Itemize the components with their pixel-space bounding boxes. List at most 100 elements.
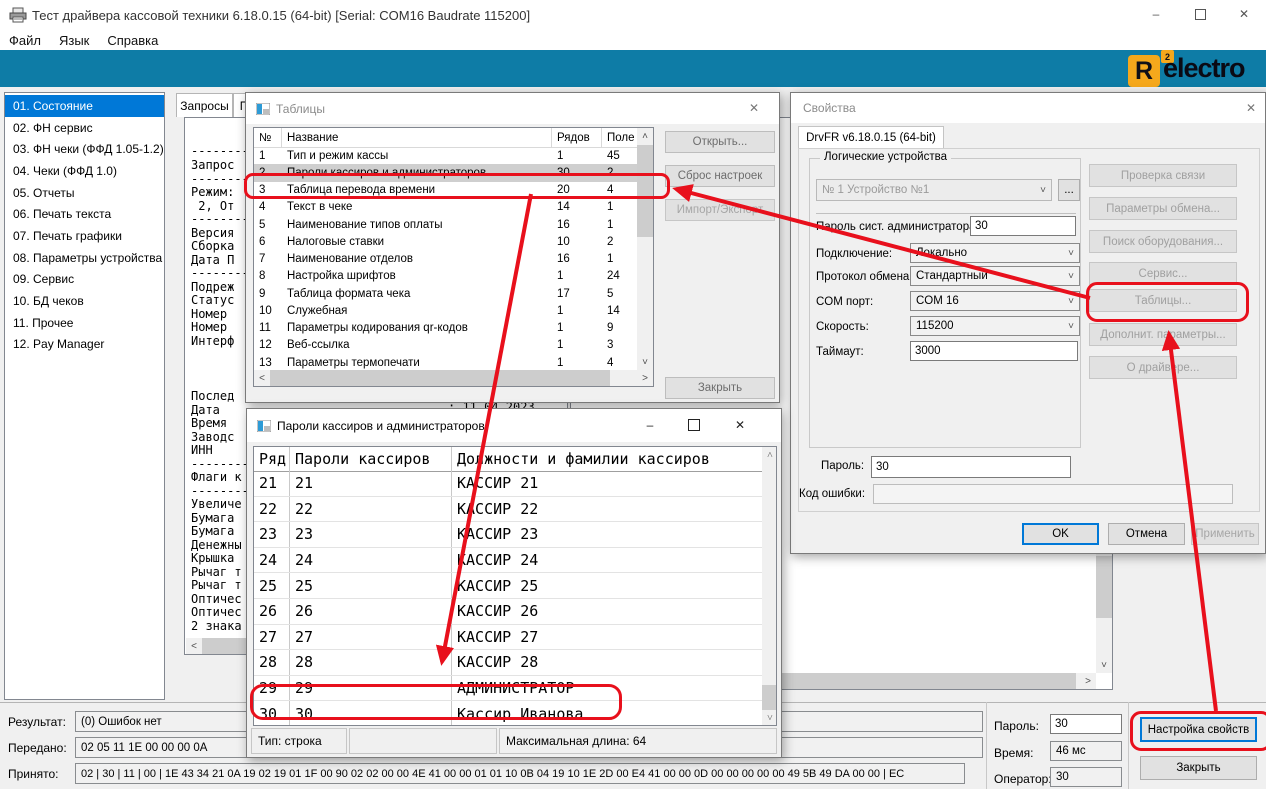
- scrollbar-thumb[interactable]: [1096, 556, 1112, 618]
- properties-close-icon[interactable]: ✕: [1233, 95, 1266, 121]
- table-row[interactable]: 12 Веб-ссылка 1 3: [254, 337, 638, 354]
- cancel-button[interactable]: Отмена: [1108, 523, 1185, 545]
- com-port-select[interactable]: COM 16 ˅: [910, 291, 1080, 311]
- col-name[interactable]: Название: [282, 128, 552, 147]
- passwords-vscrollbar[interactable]: ˄ ˅: [762, 447, 777, 726]
- sidebar-item[interactable]: 06. Печать текста: [5, 203, 164, 225]
- sidebar-item[interactable]: 01. Состояние: [5, 95, 164, 117]
- scroll-down-icon[interactable]: ˅: [1096, 657, 1112, 673]
- properties-action-button[interactable]: Поиск оборудования...: [1089, 230, 1237, 253]
- password-row[interactable]: 29 29 АДМИНИСТРАТОР: [254, 676, 762, 702]
- table-row[interactable]: 4 Текст в чеке 14 1: [254, 199, 638, 216]
- tables-hscrollbar[interactable]: ˂ ˃: [254, 370, 653, 386]
- menu-help[interactable]: Справка: [98, 30, 167, 50]
- device-more-button[interactable]: ...: [1058, 179, 1080, 201]
- properties-action-button[interactable]: Дополнит. параметры...: [1089, 323, 1237, 346]
- open-table-button[interactable]: Открыть...: [665, 131, 775, 153]
- table-row[interactable]: 3 Таблица перевода времени 20 4: [254, 182, 638, 199]
- password-row[interactable]: 26 26 КАССИР 26: [254, 599, 762, 625]
- table-row[interactable]: 8 Настройка шрифтов 1 24: [254, 268, 638, 285]
- password-row[interactable]: 25 25 КАССИР 25: [254, 573, 762, 599]
- menu-language[interactable]: Язык: [50, 30, 98, 50]
- passwords-table[interactable]: Ряд Пароли кассиров Должности и фамилии …: [253, 446, 777, 726]
- minimize-button[interactable]: –: [633, 413, 667, 437]
- table-row[interactable]: 10 Служебная 1 14: [254, 302, 638, 319]
- password-row[interactable]: 22 22 КАССИР 22: [254, 497, 762, 523]
- connection-select[interactable]: Локально ˅: [910, 243, 1080, 263]
- col-rows[interactable]: Рядов: [552, 128, 602, 147]
- password-row[interactable]: 23 23 КАССИР 23: [254, 522, 762, 548]
- tables-close-icon[interactable]: ✕: [736, 95, 772, 121]
- passwords-dialog-titlebar[interactable]: Пароли кассиров и администраторов – ✕: [247, 409, 781, 442]
- maximize-button[interactable]: [1178, 0, 1222, 28]
- scroll-left-icon[interactable]: ˂: [254, 370, 270, 386]
- tables-rows: 1 Тип и режим кассы 1 45 2 Пароли кассир…: [254, 147, 638, 371]
- close-button[interactable]: ✕: [1222, 0, 1266, 28]
- ok-button[interactable]: OK: [1022, 523, 1099, 545]
- password-row[interactable]: 27 27 КАССИР 27: [254, 625, 762, 651]
- sidebar-item[interactable]: 02. ФН сервис: [5, 117, 164, 139]
- protocol-select[interactable]: Стандартный ˅: [910, 266, 1080, 286]
- sidebar-item[interactable]: 09. Сервис: [5, 269, 164, 291]
- table-row[interactable]: 1 Тип и режим кассы 1 45: [254, 147, 638, 164]
- password-row[interactable]: 24 24 КАССИР 24: [254, 548, 762, 574]
- tables-vscrollbar[interactable]: ˄ ˅: [637, 128, 653, 370]
- sidebar-item[interactable]: 05. Отчеты: [5, 182, 164, 204]
- close-button[interactable]: ✕: [723, 413, 757, 437]
- properties-action-button[interactable]: О драйвере...: [1089, 356, 1237, 379]
- scroll-down-icon[interactable]: ˅: [762, 710, 777, 726]
- sidebar-item[interactable]: 08. Параметры устройства: [5, 247, 164, 269]
- password-row[interactable]: 21 21 КАССИР 21: [254, 471, 762, 497]
- tables-list[interactable]: № Название Рядов Поле 1 Тип и режим касс…: [253, 127, 654, 387]
- col-number[interactable]: №: [254, 128, 282, 147]
- sidebar-item[interactable]: 04. Чеки (ФФД 1.0): [5, 160, 164, 182]
- properties-action-button[interactable]: Проверка связи: [1089, 164, 1237, 187]
- password-row[interactable]: 28 28 КАССИР 28: [254, 650, 762, 676]
- properties-action-button[interactable]: Таблицы...: [1089, 289, 1237, 312]
- tables-close-button[interactable]: Закрыть: [665, 377, 775, 399]
- scrollbar-thumb[interactable]: [270, 370, 610, 386]
- scroll-right-icon[interactable]: ˃: [1080, 673, 1096, 689]
- sidebar-item[interactable]: 12. Pay Manager: [5, 334, 164, 356]
- device-select[interactable]: № 1 Устройство №1 ˅: [816, 179, 1052, 201]
- minimize-button[interactable]: –: [1134, 0, 1178, 28]
- scroll-down-icon[interactable]: ˅: [637, 354, 653, 370]
- dialog-password-input[interactable]: [871, 456, 1071, 478]
- driver-tab[interactable]: DrvFR v6.18.0.15 (64-bit): [798, 126, 944, 149]
- scroll-up-icon[interactable]: ˄: [637, 128, 653, 144]
- table-row[interactable]: 6 Налоговые ставки 10 2: [254, 233, 638, 250]
- scroll-up-icon[interactable]: ˄: [762, 447, 777, 463]
- scrollbar-thumb[interactable]: [637, 145, 653, 237]
- scrollbar-thumb[interactable]: [762, 685, 777, 710]
- maximize-button[interactable]: [677, 413, 711, 437]
- menu-file[interactable]: Файл: [0, 30, 50, 50]
- table-row[interactable]: 9 Таблица формата чека 17 5: [254, 285, 638, 302]
- properties-action-button[interactable]: Параметры обмена...: [1089, 197, 1237, 220]
- tab-requests[interactable]: Запросы: [176, 93, 233, 117]
- table-row[interactable]: 11 Параметры кодирования qr-кодов 1 9: [254, 320, 638, 337]
- sidebar-item[interactable]: 10. БД чеков: [5, 290, 164, 312]
- scroll-left-icon[interactable]: ˂: [186, 638, 202, 654]
- table-row[interactable]: 7 Наименование отделов 16 1: [254, 251, 638, 268]
- timeout-input[interactable]: [910, 341, 1078, 361]
- password-input[interactable]: [1050, 714, 1122, 734]
- import-export-button[interactable]: Импорт/Экспорт: [665, 199, 775, 221]
- close-bottom-button[interactable]: Закрыть: [1140, 756, 1257, 780]
- table-row[interactable]: 2 Пароли кассиров и администраторов 30 2: [254, 164, 638, 181]
- scroll-right-icon[interactable]: ˃: [637, 370, 653, 386]
- table-row[interactable]: 13 Параметры термопечати 1 4: [254, 354, 638, 371]
- col-fields[interactable]: Поле: [602, 128, 638, 147]
- tables-dialog-titlebar[interactable]: Таблицы ✕: [246, 93, 779, 124]
- admin-password-input[interactable]: [970, 216, 1076, 236]
- reset-settings-button[interactable]: Сброс настроек: [665, 165, 775, 187]
- properties-action-button[interactable]: Сервис...: [1089, 262, 1237, 285]
- apply-button[interactable]: Применить: [1191, 523, 1259, 545]
- sidebar-item[interactable]: 11. Прочее: [5, 312, 164, 334]
- baudrate-select[interactable]: 115200 ˅: [910, 316, 1080, 336]
- password-row[interactable]: 30 30 Кассир Иванова: [254, 701, 762, 726]
- property-settings-button[interactable]: Настройка свойств: [1140, 717, 1257, 742]
- properties-dialog-titlebar[interactable]: Свойства ✕: [791, 93, 1265, 123]
- sidebar-item[interactable]: 03. ФН чеки (ФФД 1.05-1.2): [5, 138, 164, 160]
- table-row[interactable]: 5 Наименование типов оплаты 16 1: [254, 216, 638, 233]
- sidebar-item[interactable]: 07. Печать графики: [5, 225, 164, 247]
